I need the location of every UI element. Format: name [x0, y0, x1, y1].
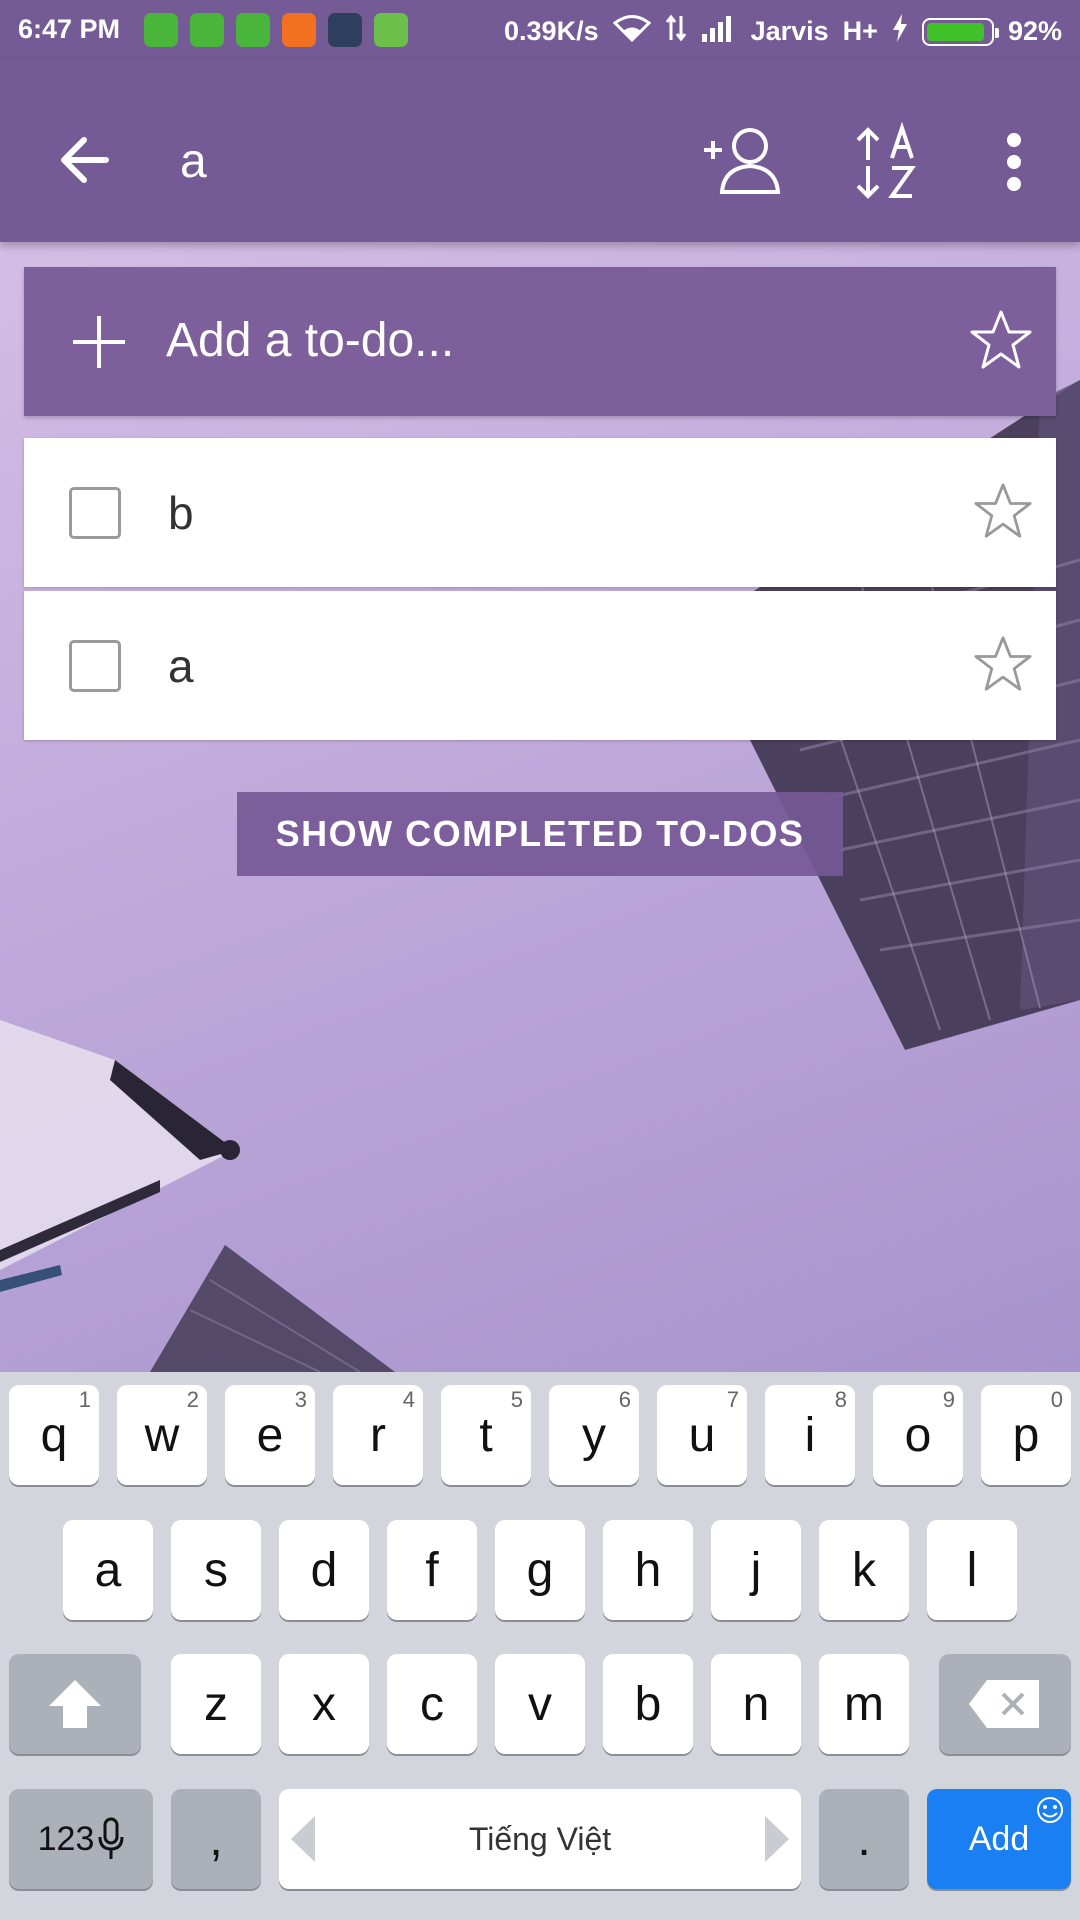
microphone-icon: [98, 1817, 124, 1859]
star-icon[interactable]: [974, 482, 1032, 540]
android-icon: [144, 13, 178, 47]
wifi-icon: [612, 14, 651, 49]
key-c[interactable]: c: [387, 1654, 477, 1754]
todo-item[interactable]: b: [24, 438, 1056, 587]
battery-saver-icon: [374, 13, 408, 47]
battery-percent: 92%: [1007, 16, 1062, 46]
key-t[interactable]: t5: [441, 1385, 531, 1485]
cursor-right-icon: [765, 1816, 789, 1862]
key-m[interactable]: m: [819, 1654, 909, 1754]
list-title[interactable]: a: [180, 134, 207, 189]
numbers-key[interactable]: 123: [9, 1789, 153, 1889]
key-s[interactable]: s: [171, 1520, 261, 1620]
back-arrow-icon: [61, 137, 109, 183]
add-todo-input[interactable]: Add a to-do...: [166, 313, 454, 368]
shift-key[interactable]: [9, 1654, 141, 1754]
charging-icon: [892, 14, 908, 49]
network-speed: 0.39K/s: [504, 16, 599, 46]
key-l[interactable]: l: [927, 1520, 1017, 1620]
key-j[interactable]: j: [711, 1520, 801, 1620]
period-key[interactable]: .: [819, 1789, 909, 1889]
mi-icon: [282, 13, 316, 47]
backspace-key[interactable]: [939, 1654, 1071, 1754]
key-o[interactable]: o9: [873, 1385, 963, 1485]
data-transfer-icon: [665, 14, 687, 49]
todo-title[interactable]: b: [168, 486, 194, 540]
status-right: 0.39K/s Jarvis H+ 92%: [504, 14, 1062, 49]
status-bar: 6:47 PM 0.39K/s Jarvis H+ 92%: [0, 0, 1080, 60]
carrier-name: Jarvis: [750, 16, 829, 46]
key-g[interactable]: g: [495, 1520, 585, 1620]
add-person-icon: [704, 128, 781, 194]
star-icon[interactable]: [970, 309, 1032, 371]
key-w[interactable]: w2: [117, 1385, 207, 1485]
notification-icons: [144, 13, 408, 47]
key-v[interactable]: v: [495, 1654, 585, 1754]
key-y[interactable]: y6: [549, 1385, 639, 1485]
cursor-left-icon: [291, 1816, 315, 1862]
add-key[interactable]: Add: [927, 1789, 1071, 1889]
todo-checkbox[interactable]: [69, 640, 121, 692]
key-i[interactable]: i8: [765, 1385, 855, 1485]
emoji-icon: [1037, 1797, 1063, 1823]
key-p[interactable]: p0: [981, 1385, 1071, 1485]
key-k[interactable]: k: [819, 1520, 909, 1620]
keyboard: q1 w2 e3 r4 t5 y6 u7 i8 o9 p0 a s d f g …: [0, 1372, 1080, 1920]
plus-icon: [73, 316, 125, 368]
network-type: H+: [842, 16, 878, 46]
key-e[interactable]: e3: [225, 1385, 315, 1485]
shift-icon: [49, 1680, 101, 1728]
key-z[interactable]: z: [171, 1654, 261, 1754]
status-time: 6:47 PM: [18, 14, 121, 44]
more-options-button[interactable]: [986, 120, 1042, 204]
star-icon[interactable]: [974, 635, 1032, 693]
share-list-button[interactable]: [700, 120, 784, 204]
sort-az-icon: [856, 121, 916, 199]
key-a[interactable]: a: [63, 1520, 153, 1620]
add-todo-bar[interactable]: Add a to-do...: [24, 267, 1056, 416]
comma-key[interactable]: ,: [171, 1789, 261, 1889]
backspace-icon: [969, 1680, 1039, 1728]
puzzle-icon: [328, 13, 362, 47]
key-d[interactable]: d: [279, 1520, 369, 1620]
key-n[interactable]: n: [711, 1654, 801, 1754]
android-icon: [190, 13, 224, 47]
app-bar: a: [0, 60, 1080, 242]
key-r[interactable]: r4: [333, 1385, 423, 1485]
more-vert-icon: [1007, 133, 1021, 191]
signal-icon: [701, 14, 737, 49]
space-key[interactable]: Tiếng Việt: [279, 1789, 801, 1889]
key-x[interactable]: x: [279, 1654, 369, 1754]
back-button[interactable]: [44, 120, 124, 200]
todo-title[interactable]: a: [168, 639, 194, 693]
key-b[interactable]: b: [603, 1654, 693, 1754]
key-q[interactable]: q1: [9, 1385, 99, 1485]
android-icon: [236, 13, 270, 47]
key-h[interactable]: h: [603, 1520, 693, 1620]
key-f[interactable]: f: [387, 1520, 477, 1620]
sort-button[interactable]: [846, 120, 930, 204]
todo-checkbox[interactable]: [69, 487, 121, 539]
todo-item[interactable]: a: [24, 591, 1056, 740]
show-completed-button[interactable]: SHOW COMPLETED TO-DOS: [237, 792, 843, 876]
key-u[interactable]: u7: [657, 1385, 747, 1485]
battery-icon: [921, 17, 999, 46]
